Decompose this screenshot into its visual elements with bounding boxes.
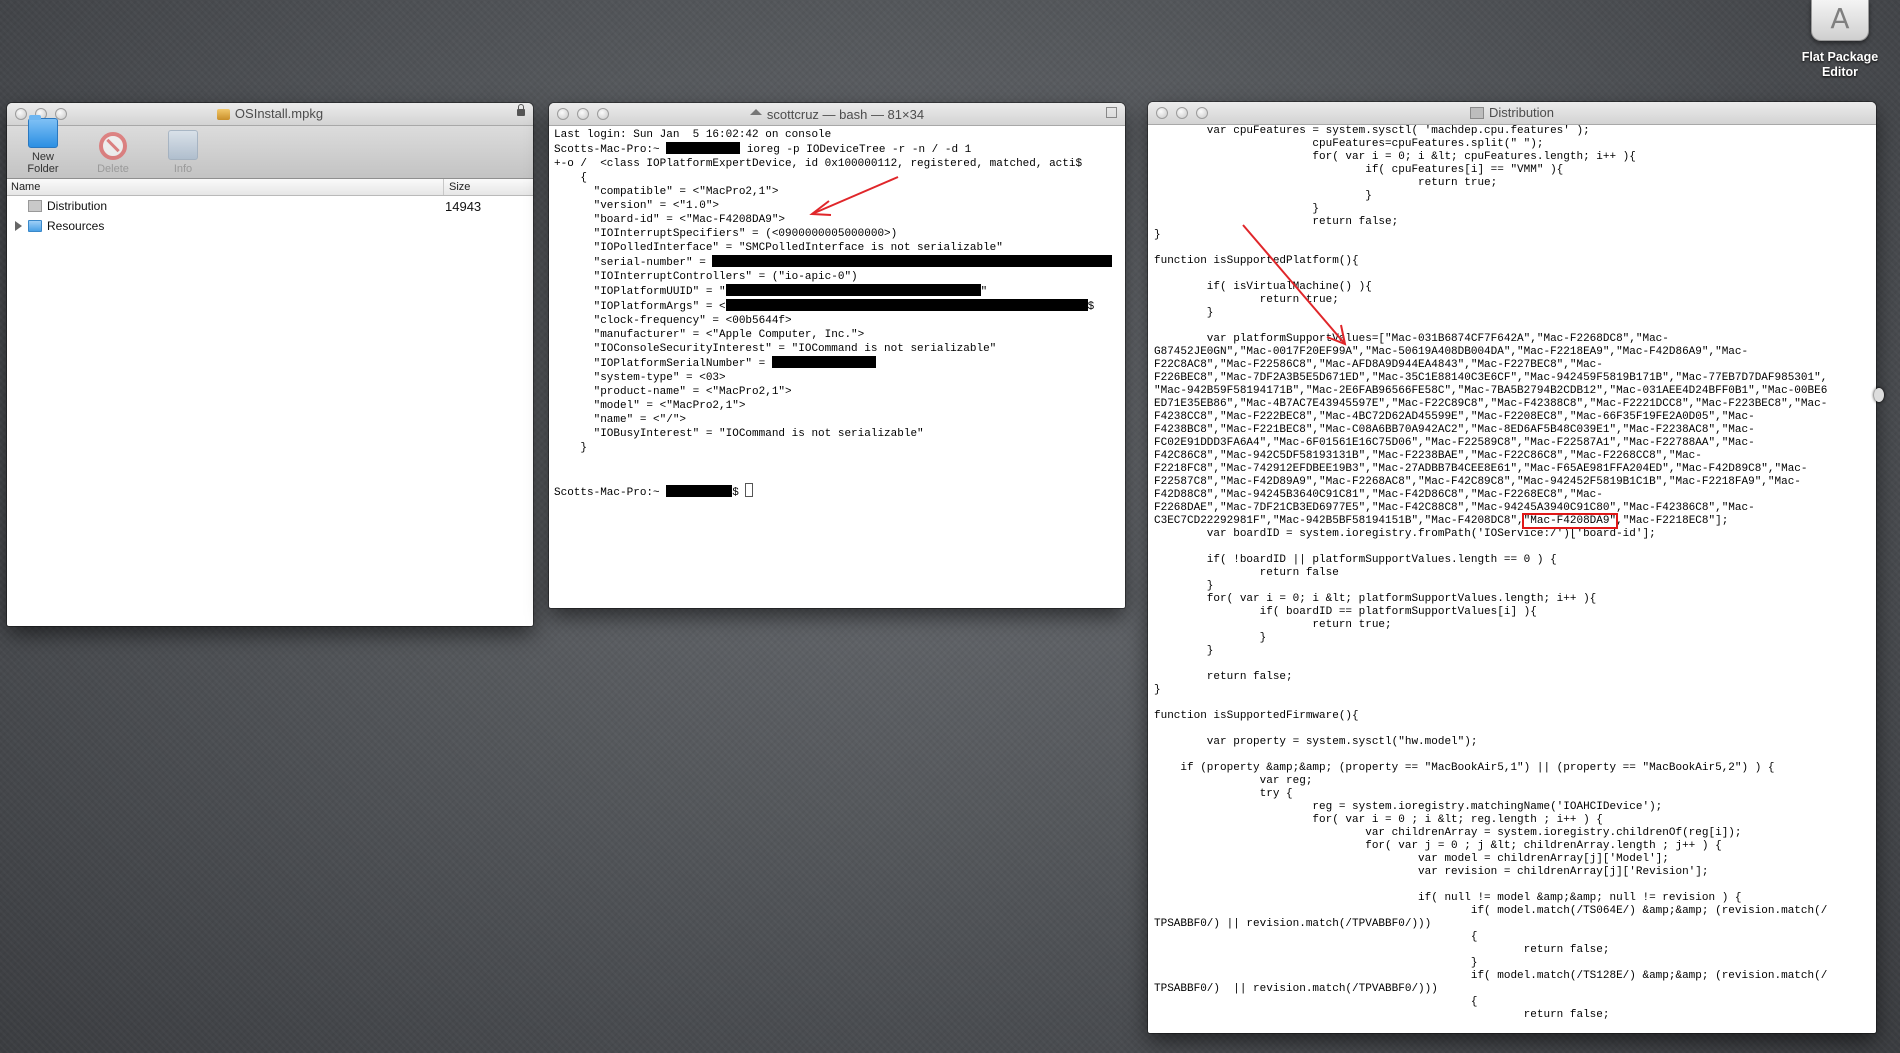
redaction-bar xyxy=(725,284,981,296)
terminal-output[interactable]: Last login: Sun Jan 5 16:02:42 on consol… xyxy=(549,126,1125,502)
column-header-size[interactable]: Size xyxy=(444,179,470,195)
window-titlebar[interactable]: scottcruz — bash — 81×34 xyxy=(549,103,1125,126)
file-size: 14943 xyxy=(445,198,482,214)
window-titlebar[interactable]: OSInstall.mpkg xyxy=(7,103,533,126)
delete-icon xyxy=(99,132,127,160)
new-folder-icon xyxy=(28,115,58,148)
document-icon xyxy=(1469,107,1484,119)
delete-button[interactable]: Delete xyxy=(85,132,141,178)
window-title: OSInstall.mpkg xyxy=(234,106,324,121)
terminal-window: scottcruz — bash — 81×34 Last login: Sun… xyxy=(549,103,1125,608)
redaction-bar xyxy=(712,255,1113,267)
info-icon xyxy=(168,130,198,160)
window-title: scottcruz — bash — 81×34 xyxy=(766,107,925,122)
home-icon xyxy=(749,109,762,115)
minimize-button[interactable] xyxy=(577,108,589,120)
document-icon xyxy=(28,200,42,212)
file-row-resources[interactable]: Resources xyxy=(7,216,533,236)
redaction-bar xyxy=(666,142,741,154)
desktop-icon-label: Flat Package Editor xyxy=(1801,50,1879,79)
redaction-bar xyxy=(666,485,733,497)
disclosure-triangle-icon[interactable] xyxy=(15,221,22,231)
file-list-header: Name Size xyxy=(7,179,533,196)
file-row-distribution[interactable]: Distribution 14943 xyxy=(7,196,533,216)
info-button[interactable]: Info xyxy=(155,130,211,178)
close-button[interactable] xyxy=(15,108,27,120)
window-controls xyxy=(1156,107,1208,119)
close-button[interactable] xyxy=(557,108,569,120)
minimize-button[interactable] xyxy=(1176,107,1188,119)
app-store-style-icon xyxy=(1811,0,1869,41)
text-cursor xyxy=(745,483,754,497)
column-header-name[interactable]: Name xyxy=(7,179,444,195)
toolbar: New Folder Delete Info xyxy=(7,115,533,179)
code-editor[interactable]: var cpuFeatures = system.sysctl( 'machde… xyxy=(1148,125,1876,1033)
zoom-button[interactable] xyxy=(1196,107,1208,119)
package-icon xyxy=(216,108,230,120)
window-title: Distribution xyxy=(1488,105,1555,120)
scroll-indicator[interactable] xyxy=(1874,388,1884,402)
folder-icon xyxy=(28,220,42,232)
fullscreen-icon[interactable] xyxy=(1106,107,1117,118)
window-controls xyxy=(557,108,609,120)
file-name: Distribution xyxy=(47,199,108,213)
lock-icon[interactable] xyxy=(517,104,525,116)
redaction-bar xyxy=(725,299,1088,311)
highlighted-board-id: "Mac-F4208DA9" xyxy=(1521,513,1619,529)
osinstall-package-window: OSInstall.mpkg New Folder Delete Info Na… xyxy=(7,103,533,626)
window-titlebar[interactable]: Distribution xyxy=(1148,102,1876,125)
distribution-editor-window: Distribution var cpuFeatures = system.sy… xyxy=(1148,102,1876,1033)
redaction-bar xyxy=(771,356,876,368)
close-button[interactable] xyxy=(1156,107,1168,119)
flat-package-editor-desktop-icon[interactable]: Flat Package Editor xyxy=(1782,0,1898,80)
zoom-button[interactable] xyxy=(597,108,609,120)
file-name: Resources xyxy=(47,219,105,233)
new-folder-button[interactable]: New Folder xyxy=(15,115,71,178)
